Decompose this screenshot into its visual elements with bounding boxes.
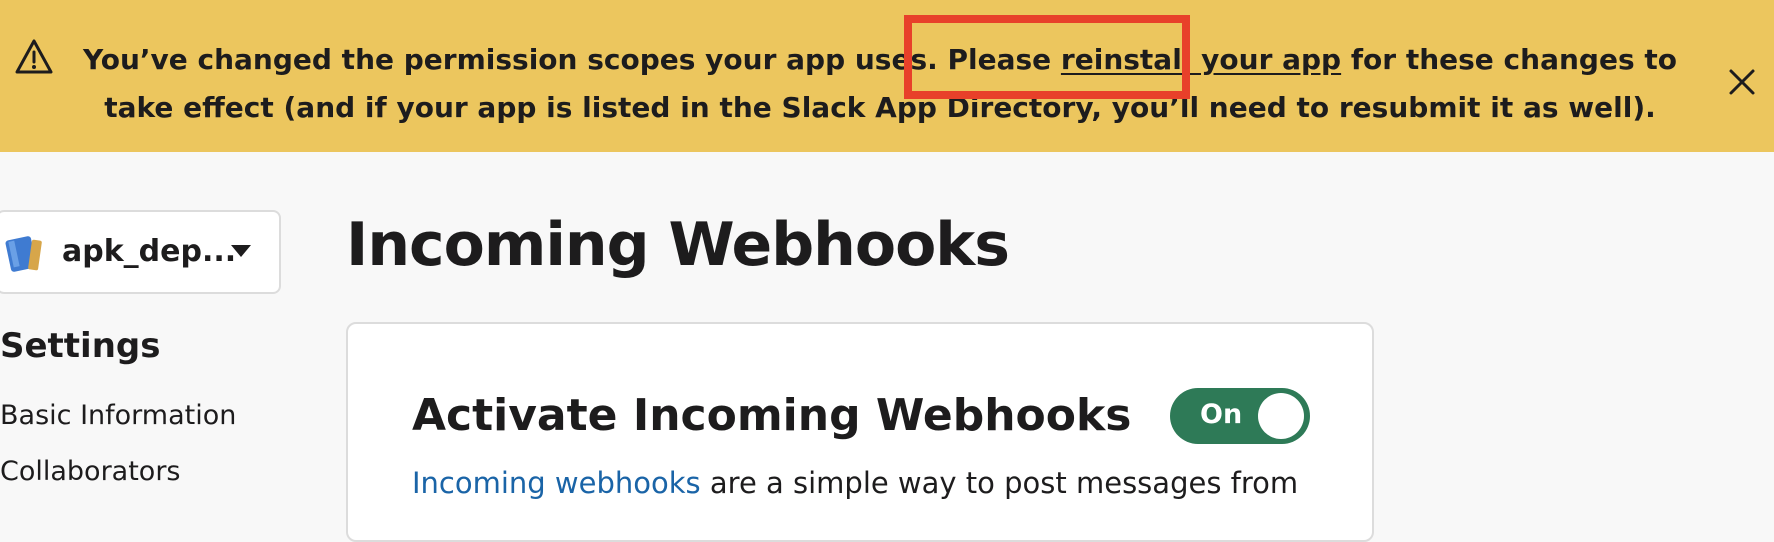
activate-webhooks-toggle[interactable]: On — [1170, 388, 1310, 444]
page-title: Incoming Webhooks — [346, 210, 1010, 280]
banner-message: You’ve changed the permission scopes you… — [60, 36, 1700, 132]
banner-text-before: You’ve changed the permission scopes you… — [83, 43, 1061, 76]
close-icon[interactable] — [1726, 66, 1758, 98]
card-description: Incoming webhooks are a simple way to po… — [412, 466, 1298, 500]
app-selector-dropdown[interactable]: apk_dep... — [0, 210, 281, 294]
settings-heading: Settings — [0, 326, 161, 366]
toggle-knob — [1258, 393, 1304, 439]
card-description-text: are a simple way to post messages from — [700, 466, 1299, 500]
sidebar-item-basic-information[interactable]: Basic Information — [0, 400, 236, 431]
warning-triangle-icon — [15, 39, 53, 74]
chevron-down-icon — [231, 245, 251, 257]
app-name: apk_dep... — [62, 234, 237, 269]
toggle-label: On — [1200, 399, 1243, 430]
permission-warning-banner: You’ve changed the permission scopes you… — [0, 0, 1774, 152]
webhooks-settings-card: Activate Incoming Webhooks On Incoming w… — [346, 322, 1374, 542]
card-title: Activate Incoming Webhooks — [412, 390, 1132, 441]
incoming-webhooks-link[interactable]: Incoming webhooks — [412, 466, 701, 500]
reinstall-app-link[interactable]: reinstall your app — [1061, 43, 1341, 76]
app-avatar-icon — [5, 236, 42, 272]
sidebar-item-collaborators[interactable]: Collaborators — [0, 456, 181, 487]
